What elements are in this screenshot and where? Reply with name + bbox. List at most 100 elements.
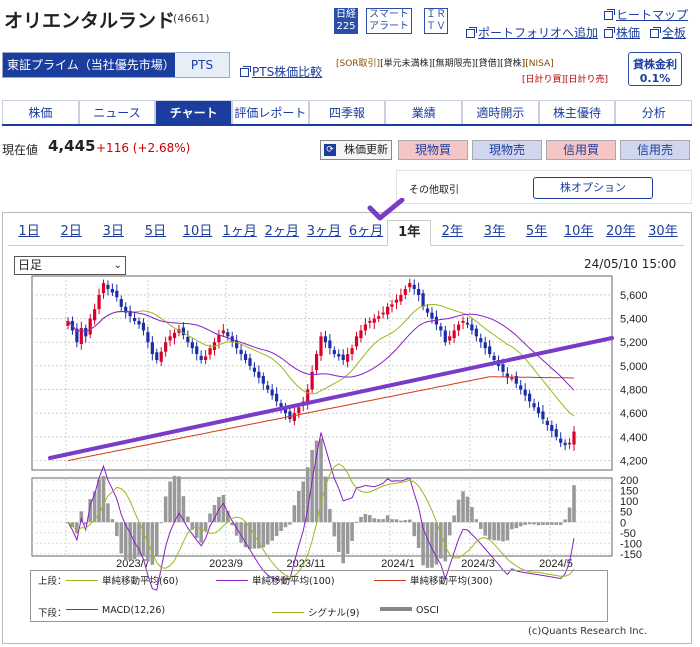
candle-body — [217, 335, 221, 343]
candle-body — [443, 330, 447, 343]
candle-body — [572, 431, 576, 445]
osci-bar — [545, 522, 550, 525]
osci-bar — [163, 496, 168, 523]
candle-body — [377, 316, 381, 319]
candle-body — [465, 322, 470, 325]
osci-bar — [301, 481, 306, 523]
osci-bar — [403, 520, 408, 523]
candle-body — [221, 330, 225, 334]
osci-bar — [487, 522, 492, 540]
osci-bar — [394, 519, 399, 523]
candle-body — [115, 290, 119, 298]
osci-bar — [350, 522, 354, 541]
osci-bar — [492, 522, 496, 541]
candle-body — [350, 348, 354, 355]
osci-bar — [572, 485, 576, 523]
osci-bar — [283, 522, 288, 528]
osci-bar — [336, 522, 341, 553]
candle-body — [297, 407, 301, 414]
osci-bar — [101, 476, 106, 523]
candle-body — [257, 371, 261, 378]
osci-bar — [425, 522, 430, 568]
candle-body — [168, 336, 172, 341]
candle-body — [288, 411, 292, 420]
candle-body — [226, 332, 230, 337]
osci-bar — [274, 522, 279, 537]
candle-body — [164, 342, 168, 352]
candle-body — [545, 420, 549, 426]
candle-body — [323, 336, 328, 343]
x-tick-label: 2024/3 — [461, 558, 495, 570]
candle-body — [479, 338, 483, 343]
candle-body — [359, 330, 363, 339]
osci-bar — [518, 522, 523, 527]
y-tick-label: 4,800 — [620, 385, 648, 397]
candle-body — [390, 304, 394, 307]
y-tick-label: 5,600 — [620, 290, 648, 302]
candle-body — [474, 328, 478, 337]
candle-body — [492, 355, 496, 360]
copyright: (c)Quants Research Inc. — [528, 626, 648, 637]
candle-body — [106, 284, 110, 290]
osci-bar — [563, 519, 567, 523]
osci-bar — [390, 519, 394, 523]
osci-bar — [399, 520, 403, 523]
candle-body — [243, 354, 248, 360]
legend-upper-item-0: 単純移動平均(60) — [60, 573, 179, 587]
candle-body — [346, 354, 350, 362]
legend-label: シグナル(9) — [308, 608, 360, 619]
osci-bar — [532, 522, 536, 525]
candle-body — [248, 358, 252, 366]
candle-body — [159, 351, 163, 362]
candle-body — [270, 389, 274, 396]
candle-body — [292, 413, 296, 421]
candle-body — [93, 309, 97, 321]
candle-body — [385, 306, 390, 315]
candle-body — [510, 377, 514, 380]
y-tick-label: 4,600 — [620, 408, 648, 420]
osci-bar — [292, 505, 297, 523]
candle-body — [328, 340, 332, 349]
osci-bar — [328, 509, 332, 523]
candle-body — [528, 393, 532, 402]
osci-bar — [510, 522, 514, 530]
osci-bar — [465, 496, 470, 523]
osci-bar — [554, 522, 559, 525]
candle-body — [483, 342, 487, 349]
osci-bar — [270, 522, 274, 541]
candle-body — [354, 336, 359, 347]
osci-bar — [159, 522, 164, 524]
candle-body — [119, 299, 123, 307]
candle-body — [275, 393, 279, 402]
candle-body — [541, 411, 545, 420]
candle-body — [101, 283, 106, 294]
osci-bar — [505, 522, 510, 541]
candle-body — [554, 429, 558, 437]
candle-body — [425, 308, 430, 313]
candle-body — [252, 367, 257, 372]
osci-bar — [385, 515, 390, 523]
candle-body — [399, 294, 403, 302]
y-tick-label: 4,400 — [620, 432, 648, 444]
legend-line-swatch — [380, 607, 412, 611]
osci-bar — [172, 475, 177, 523]
legend-label: 単純移動平均(300) — [410, 576, 493, 587]
candle-body — [363, 324, 367, 331]
legend-label: OSCI — [416, 605, 439, 616]
osci-bar — [381, 519, 385, 523]
osci-bar — [412, 522, 417, 537]
osci-bar — [288, 522, 292, 525]
candle-body — [203, 356, 208, 360]
candle-body — [88, 318, 92, 335]
osci-bar — [474, 519, 479, 523]
osci-bar — [407, 519, 412, 523]
osci-bar — [154, 522, 159, 556]
x-tick-label: 2024/1 — [381, 558, 415, 570]
osci-bar — [439, 522, 443, 559]
candle-body — [403, 289, 407, 295]
candle-body — [150, 342, 154, 355]
osci-bar — [128, 522, 132, 561]
candle-body — [417, 289, 421, 295]
stock-chart: 2023/7 2023/9 2023/11 2024/1 2024/3 2024/55,6… — [31, 275, 648, 591]
candle-body — [532, 403, 536, 408]
